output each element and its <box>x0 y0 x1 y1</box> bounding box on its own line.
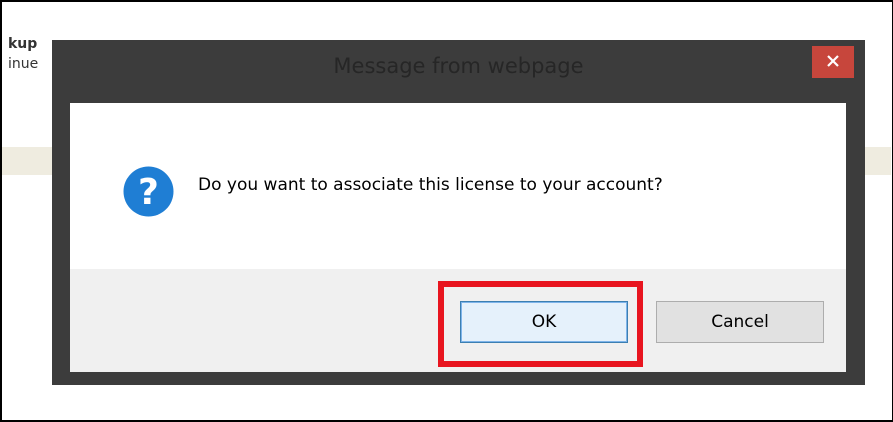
button-area: OK Cancel <box>70 269 846 372</box>
background-text-fragment: inue <box>8 56 39 72</box>
close-icon <box>826 54 840 71</box>
message-area: ? Do you want to associate this license … <box>70 103 846 269</box>
close-button[interactable] <box>812 46 854 78</box>
dialog-titlebar[interactable]: Message from webpage <box>52 40 865 103</box>
cancel-button[interactable]: Cancel <box>656 301 824 343</box>
ok-button[interactable]: OK <box>460 301 628 343</box>
dialog-title: Message from webpage <box>333 54 584 78</box>
question-mark-icon: ? <box>121 164 176 219</box>
background-heading-fragment: kup <box>8 36 38 52</box>
dialog-content: ? Do you want to associate this license … <box>70 103 846 372</box>
dialog-message: Do you want to associate this license to… <box>198 175 663 195</box>
message-dialog: Message from webpage ? Do you want to as… <box>52 40 865 385</box>
svg-text:?: ? <box>138 172 159 213</box>
